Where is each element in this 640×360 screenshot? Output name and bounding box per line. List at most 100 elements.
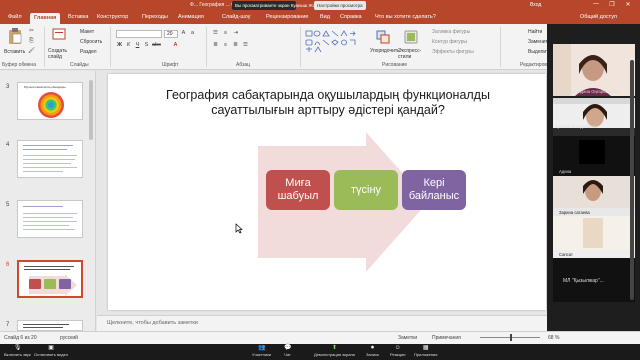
notes-toggle[interactable]: Заметки <box>398 335 417 341</box>
tab-insert[interactable]: Вставка <box>68 14 88 20</box>
share-screen-button[interactable]: ⬆ Демонстрация экрана <box>314 345 355 357</box>
reactions-button[interactable]: ☺ Реакции <box>390 345 405 357</box>
share-button[interactable]: Общий доступ <box>580 14 617 20</box>
tab-home[interactable]: Главная <box>30 13 61 24</box>
participants-button[interactable]: 👥 Участники <box>252 345 271 357</box>
step-feedback[interactable]: Кері байланыс <box>402 170 466 210</box>
apps-button[interactable]: ▦ Приложения <box>414 345 437 357</box>
record-icon: ⏺ <box>371 345 375 351</box>
copy-icon[interactable]: ⎘ <box>28 38 35 45</box>
close-button[interactable]: ✕ <box>622 1 634 8</box>
participant-name-4: Зарина сатаева <box>559 210 590 215</box>
format-painter-icon[interactable]: 🖌 <box>28 48 35 55</box>
thumb-number-3: 3 <box>6 84 10 90</box>
stop-video-button[interactable]: ▣ Остановить видео <box>34 345 68 357</box>
paste-button[interactable]: Вставить <box>4 49 25 55</box>
step-understanding[interactable]: түсіну <box>334 170 398 210</box>
shape-effects-button[interactable]: Эффекты фигуры <box>432 49 474 55</box>
participants-scrollbar[interactable] <box>630 60 634 300</box>
align-left-icon[interactable]: ≣ <box>212 42 219 49</box>
reset-button[interactable]: Сбросить <box>80 39 102 45</box>
participant-video-3[interactable]: Адина <box>553 136 635 176</box>
maximize-button[interactable]: ❐ <box>606 1 618 8</box>
arrange-icon[interactable] <box>376 30 390 44</box>
align-right-icon[interactable]: ≣ <box>232 42 239 49</box>
shape-fill-button[interactable]: Заливка фигуры <box>432 29 470 35</box>
tab-slideshow[interactable]: Слайд-шоу <box>222 14 251 20</box>
indent-icon[interactable]: ⇥ <box>232 30 239 37</box>
layout-button[interactable]: Макет <box>80 29 94 35</box>
microphone-icon: 🎙 <box>13 345 22 351</box>
shadow-icon[interactable]: S <box>143 42 150 49</box>
shapes-gallery-icon[interactable] <box>305 30 369 54</box>
zoom-level[interactable]: 68 % <box>548 335 559 341</box>
justify-icon[interactable]: ☰ <box>242 42 249 49</box>
slide-thumbnail-4[interactable] <box>17 140 83 178</box>
participant-name-3: Адина <box>559 169 572 174</box>
tab-help[interactable]: Справка <box>340 14 362 20</box>
record-button[interactable]: ⏺ Запись <box>366 345 379 357</box>
minimize-button[interactable]: — <box>590 1 602 7</box>
zoom-thumb[interactable] <box>510 334 512 341</box>
apps-icon: ▦ <box>422 345 429 351</box>
slide-title[interactable]: География сабақтарында оқушылардың функц… <box>158 88 498 117</box>
mouse-cursor-icon <box>235 223 243 234</box>
font-name-combo[interactable] <box>116 30 162 38</box>
font-size-combo[interactable]: 20 <box>164 30 178 38</box>
cut-icon[interactable]: ✂ <box>28 28 35 35</box>
participant-name-2: Куаныш Жолдыбаева <box>555 124 598 129</box>
arrange-button[interactable]: Упорядочить <box>370 48 400 54</box>
slide-thumbnail-6-selected[interactable] <box>17 260 83 298</box>
section-button[interactable]: Раздел <box>80 49 97 55</box>
participant-video-1[interactable]: Жанаева Гүлдана Оңғарбеккызы <box>553 44 635 96</box>
font-grow-icon[interactable]: A <box>180 30 187 37</box>
tab-animations[interactable]: Анимация <box>178 14 204 20</box>
participant-video-4[interactable]: Зарина сатаева <box>553 176 635 216</box>
participant-name-6: МЛ "Қызылжар"... <box>563 278 604 284</box>
align-center-icon[interactable]: ≡ <box>222 42 229 49</box>
font-color-icon[interactable]: A <box>172 42 179 49</box>
new-slide-icon[interactable] <box>52 28 66 42</box>
thumbnails-scrollbar[interactable] <box>89 80 93 140</box>
slide-counter: Слайд 6 из 20 <box>4 335 37 341</box>
slide-thumbnail-5[interactable] <box>17 200 83 238</box>
quick-styles-icon[interactable] <box>404 30 418 44</box>
sign-in-link[interactable]: Вход <box>530 2 541 8</box>
tab-review[interactable]: Рецензирование <box>266 14 308 20</box>
group-slides: Слайды <box>70 62 89 68</box>
thumb-number-7: 7 <box>6 322 10 328</box>
view-options-button[interactable]: Настройки просмотра <box>314 1 366 10</box>
tab-design[interactable]: Конструктор <box>97 14 128 20</box>
bullets-icon[interactable]: ☰ <box>212 30 219 37</box>
tab-file[interactable]: Файл <box>8 14 22 20</box>
participant-avatar-5 <box>553 216 635 250</box>
notes-placeholder: Щелкните, чтобы добавить заметки <box>107 320 198 326</box>
language-indicator[interactable]: русский <box>60 335 78 341</box>
shape-outline-button[interactable]: Контур фигуры <box>432 39 467 45</box>
current-slide[interactable]: География сабақтарында оқушылардың функц… <box>108 74 546 310</box>
participant-video-6[interactable]: МЛ "Қызылжар"... <box>553 258 635 302</box>
paste-icon[interactable] <box>8 28 22 44</box>
numbering-icon[interactable]: ≡ <box>222 30 229 37</box>
strikethrough-icon[interactable]: abc <box>152 42 161 49</box>
quick-styles-button[interactable]: Экспресс-стили <box>398 48 422 60</box>
find-button[interactable]: Найти <box>528 29 542 35</box>
unmute-button[interactable]: 🎙 Включить звук <box>4 345 31 357</box>
tell-me-search[interactable]: Что вы хотите сделать? <box>375 14 436 20</box>
slide-thumbnail-3[interactable]: Мультипликативтің ойындары <box>17 82 83 120</box>
font-shrink-icon[interactable]: a <box>189 30 196 37</box>
participant-video-5[interactable]: Сапсат <box>553 216 635 258</box>
italic-icon[interactable]: К <box>125 42 132 49</box>
notes-pane[interactable]: Щелкните, чтобы добавить заметки <box>97 315 547 331</box>
slide-thumbnail-7[interactable] <box>17 320 83 331</box>
chat-button[interactable]: 💬 Чат <box>284 345 291 357</box>
new-slide-button[interactable]: Создать слайд <box>48 48 72 60</box>
tab-transitions[interactable]: Переходы <box>142 14 168 20</box>
underline-icon[interactable]: Ч <box>134 42 141 49</box>
chat-icon: 💬 <box>284 345 292 351</box>
comments-toggle[interactable]: Примечания <box>432 335 461 341</box>
step-brainstorm[interactable]: Миға шабуыл <box>266 170 330 210</box>
bold-icon[interactable]: Ж <box>116 42 123 49</box>
tab-view[interactable]: Вид <box>320 14 330 20</box>
share-screen-icon: ⬆ <box>331 345 337 351</box>
